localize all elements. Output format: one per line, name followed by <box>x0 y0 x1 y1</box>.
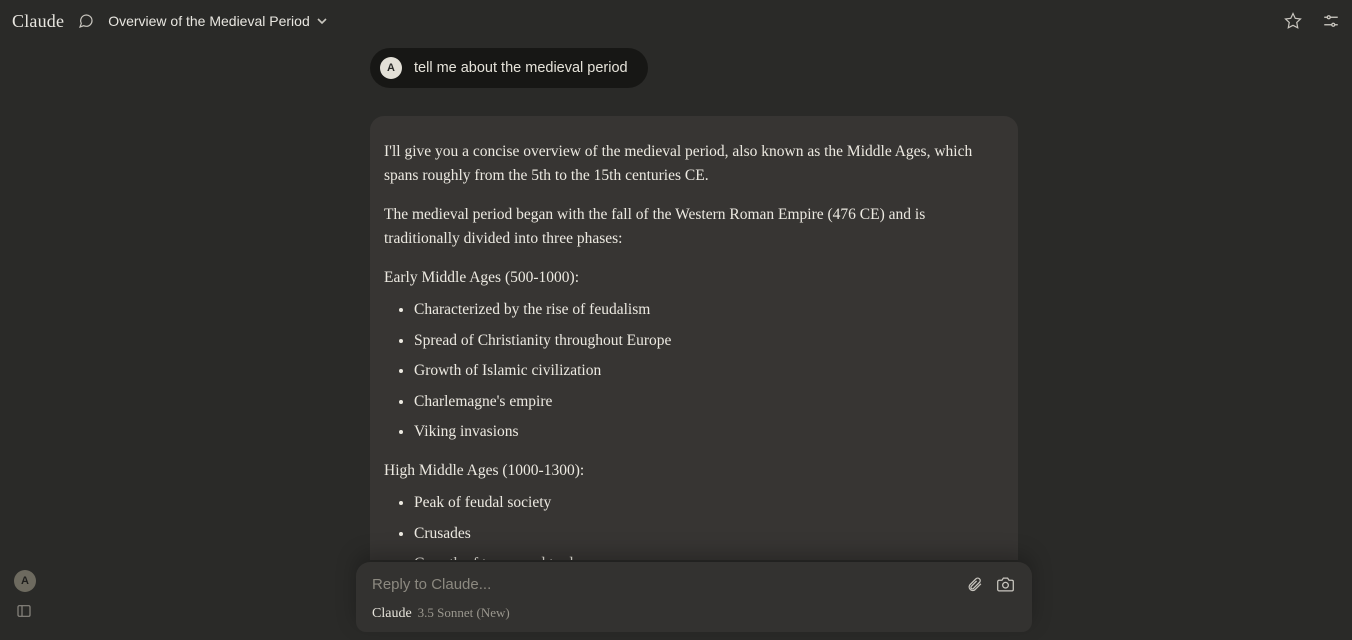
camera-icon[interactable] <box>997 576 1014 593</box>
list-item: Spread of Christianity throughout Europe <box>414 329 990 353</box>
settings-sliders-icon[interactable] <box>1322 12 1340 30</box>
conversation-title-dropdown[interactable]: Overview of the Medieval Period <box>108 13 328 29</box>
list-item: Characterized by the rise of feudalism <box>414 298 990 322</box>
assistant-section-heading: High Middle Ages (1000-1300): <box>384 459 990 483</box>
brand-logo[interactable]: Claude <box>12 11 64 32</box>
assistant-message: I'll give you a concise overview of the … <box>370 116 1018 560</box>
reply-input[interactable] <box>372 576 966 593</box>
assistant-paragraph: The medieval period began with the fall … <box>384 203 990 252</box>
header-bar: Claude Overview of the Medieval Period <box>0 0 1352 42</box>
model-brand: Claude <box>372 606 412 622</box>
user-message-text: tell me about the medieval period <box>414 60 628 76</box>
assistant-list: Characterized by the rise of feudalism S… <box>384 298 990 444</box>
list-item: Crusades <box>414 522 990 546</box>
model-selector[interactable]: Claude 3.5 Sonnet (New) <box>372 605 1014 622</box>
list-item: Peak of feudal society <box>414 491 990 515</box>
account-avatar[interactable]: A <box>14 570 36 592</box>
list-item: Charlemagne's empire <box>414 390 990 414</box>
assistant-paragraph: I'll give you a concise overview of the … <box>384 140 990 189</box>
list-item: Growth of Islamic civilization <box>414 359 990 383</box>
attachment-icon[interactable] <box>966 576 983 593</box>
list-item: Growth of towns and trade <box>414 552 990 560</box>
conversation-title: Overview of the Medieval Period <box>108 13 310 29</box>
assistant-section-heading: Early Middle Ages (500-1000): <box>384 266 990 290</box>
sidebar-toggle-icon[interactable] <box>16 603 32 624</box>
composer: Claude 3.5 Sonnet (New) <box>356 562 1032 632</box>
user-message-bubble: A tell me about the medieval period <box>370 48 648 88</box>
assistant-list: Peak of feudal society Crusades Growth o… <box>384 491 990 560</box>
list-item: Viking invasions <box>414 420 990 444</box>
model-name: 3.5 Sonnet (New) <box>418 605 510 621</box>
conversation-area: A tell me about the medieval period I'll… <box>370 48 1018 560</box>
chevron-down-icon <box>316 15 328 27</box>
chat-icon <box>78 13 94 29</box>
user-avatar: A <box>380 57 402 79</box>
star-icon[interactable] <box>1284 12 1302 30</box>
